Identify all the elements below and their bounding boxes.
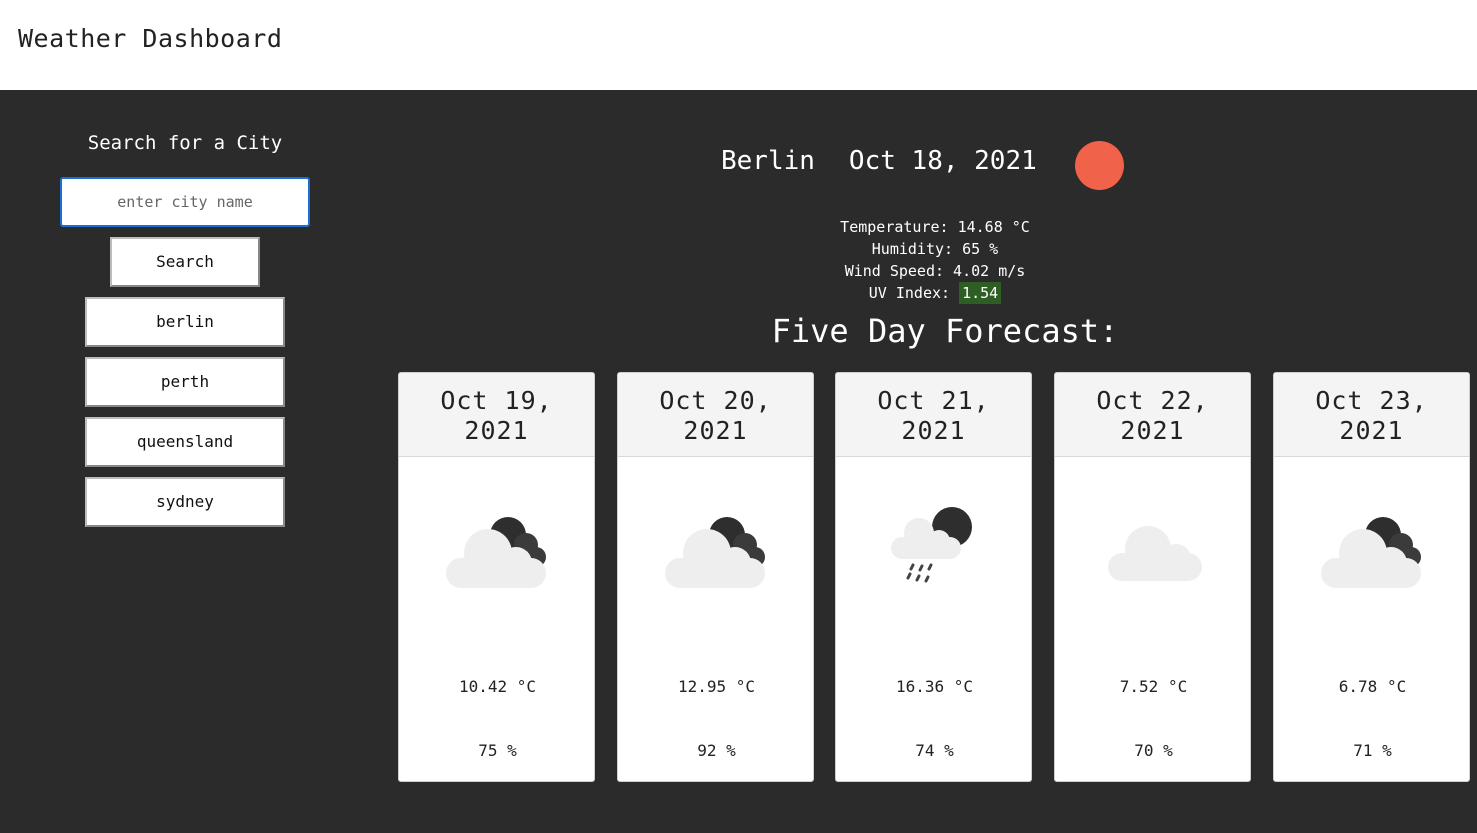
current-city: Berlin — [721, 146, 815, 176]
top-bar: Weather Dashboard — [0, 0, 1477, 90]
forecast-humidity: 70 % — [1134, 741, 1173, 760]
search-button[interactable]: Search — [110, 237, 260, 287]
forecast-date-line: Oct 22, — [1096, 386, 1209, 415]
forecast-temperature: 6.78 °C — [1338, 677, 1407, 696]
forecast-date: Oct 22, 2021 — [1055, 373, 1250, 457]
forecast-card: Oct 21, 2021 16.36 °C 74 % — [835, 372, 1032, 782]
current-stats: Temperature: 14.68 °C Humidity: 65 % Win… — [780, 216, 1090, 304]
forecast-date: Oct 23, 2021 — [1274, 373, 1469, 457]
current-weather-header: Berlin Oct 18, 2021 — [721, 146, 1071, 176]
forecast-humidity: 75 % — [478, 741, 517, 760]
current-humidity: Humidity: 65 % — [871, 240, 999, 258]
cloud-moon-icon — [399, 503, 594, 613]
history-button-perth[interactable]: perth — [85, 357, 285, 407]
forecast-title: Five Day Forecast: — [771, 312, 1119, 350]
forecast-year-line: 2021 — [1120, 416, 1185, 445]
forecast-card: Oct 22, 2021 7.52 °C 70 % — [1054, 372, 1251, 782]
forecast-card: Oct 23, 2021 6.78 °C 71 % — [1273, 372, 1470, 782]
forecast-date-line: Oct 23, — [1315, 386, 1428, 415]
history-button-sydney[interactable]: sydney — [85, 477, 285, 527]
search-history-list: berlin perth queensland sydney — [85, 297, 285, 537]
history-button-berlin[interactable]: berlin — [85, 297, 285, 347]
clear-sun-icon — [1075, 141, 1124, 190]
cloud-icon — [1055, 503, 1250, 613]
forecast-humidity: 74 % — [915, 741, 954, 760]
history-button-queensland[interactable]: queensland — [85, 417, 285, 467]
forecast-temperature: 16.36 °C — [895, 677, 974, 696]
current-wind-speed: Wind Speed: 4.02 m/s — [844, 262, 1026, 280]
rain-cloud-moon-icon — [836, 503, 1031, 613]
forecast-date-line: Oct 19, — [440, 386, 553, 415]
forecast-temperature: 10.42 °C — [458, 677, 537, 696]
forecast-year-line: 2021 — [1339, 416, 1404, 445]
current-date: Oct 18, 2021 — [848, 146, 1037, 176]
forecast-humidity: 92 % — [697, 741, 736, 760]
search-heading: Search for a City — [87, 132, 283, 154]
forecast-year-line: 2021 — [901, 416, 966, 445]
cloud-moon-icon — [618, 503, 813, 613]
forecast-card: Oct 20, 2021 12.95 °C 92 % — [617, 372, 814, 782]
forecast-humidity: 71 % — [1353, 741, 1392, 760]
forecast-date-line: Oct 21, — [877, 386, 990, 415]
current-uv-index: UV Index: 1.54 — [780, 282, 1090, 304]
forecast-temperature: 7.52 °C — [1119, 677, 1188, 696]
cloud-moon-icon — [1274, 503, 1469, 613]
current-temperature: Temperature: 14.68 °C — [840, 218, 1030, 236]
city-search-input[interactable] — [60, 177, 310, 227]
forecast-card: Oct 19, 2021 10.42 °C 75 % — [398, 372, 595, 782]
forecast-temperature: 12.95 °C — [677, 677, 756, 696]
uv-value-badge: 1.54 — [959, 282, 1002, 304]
forecast-date-line: Oct 20, — [659, 386, 772, 415]
uv-label: UV Index: — [868, 284, 951, 302]
forecast-year-line: 2021 — [464, 416, 529, 445]
forecast-date: Oct 19, 2021 — [399, 373, 594, 457]
app-title: Weather Dashboard — [18, 24, 283, 53]
forecast-year-line: 2021 — [683, 416, 748, 445]
forecast-date: Oct 21, 2021 — [836, 373, 1031, 457]
forecast-date: Oct 20, 2021 — [618, 373, 813, 457]
main-area: Search for a City Search berlin perth qu… — [0, 90, 1477, 833]
